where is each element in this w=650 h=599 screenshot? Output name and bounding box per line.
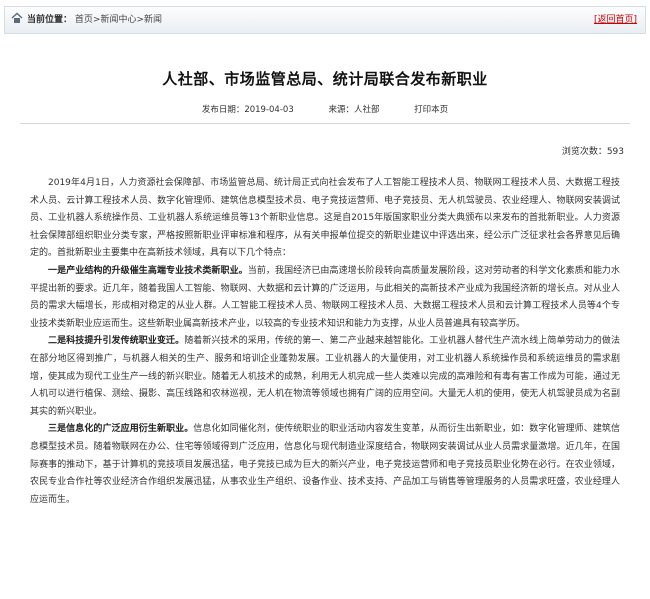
breadcrumb-news-center[interactable]: 新闻中心 — [100, 15, 136, 25]
article-title: 人社部、市场监管总局、统计局联合发布新职业 — [162, 70, 488, 88]
paragraph-4-text: 信息化如同催化剂，使传统职业的职业活动内容发生变革，从而衍生出新职业，如：数字化… — [30, 424, 620, 505]
paragraph-4-lead: 三是信息化的广泛应用衍生新职业。 — [48, 424, 194, 435]
view-count: 浏览次数：593 — [561, 147, 624, 157]
article-meta: 发布日期：2019-04-03 来源：人社部 打印本页 — [0, 103, 650, 115]
breadcrumb-news[interactable]: 新闻 — [144, 15, 162, 25]
paragraph-3: 二是科技提升引发传统职业变迁。随着新兴技术的采用，传统的第一、第二产业越来越智能… — [30, 333, 620, 421]
paragraph-1: 2019年4月1日，人力资源社会保障部、市场监管总局、统计局正式向社会发布了人工… — [30, 178, 620, 259]
paragraph-3-text: 随着新兴技术的采用，传统的第一、第二产业越来越智能化。工业机器人替代生产流水线上… — [30, 336, 620, 417]
back-home-link[interactable]: [返回首页] — [594, 7, 637, 33]
article-source: 来源：人社部 — [328, 105, 380, 115]
home-icon — [11, 12, 23, 23]
print-link[interactable]: 打印本页 — [414, 105, 448, 115]
paragraph-2-lead: 一是产业结构的升级催生高端专业技术类新职业。 — [48, 265, 248, 276]
divider — [20, 123, 630, 124]
article-body: 2019年4月1日，人力资源社会保障部、市场监管总局、统计局正式向社会发布了人工… — [30, 175, 620, 509]
publish-date: 发布日期：2019-04-03 — [201, 105, 294, 115]
breadcrumb-bar: 当前位置： 首页>新闻中心>新闻 [返回首页] — [4, 6, 646, 34]
breadcrumb-home[interactable]: 首页 — [75, 15, 93, 25]
paragraph-2: 一是产业结构的升级催生高端专业技术类新职业。当前，我国经济已由高速增长阶段转向高… — [30, 263, 620, 333]
breadcrumb-separator: > — [136, 15, 145, 25]
paragraph-4: 三是信息化的广泛应用衍生新职业。信息化如同催化剂，使传统职业的职业活动内容发生变… — [30, 421, 620, 509]
location-label: 当前位置： — [27, 15, 73, 25]
paragraph-3-lead: 二是科技提升引发传统职业变迁。 — [48, 336, 185, 347]
